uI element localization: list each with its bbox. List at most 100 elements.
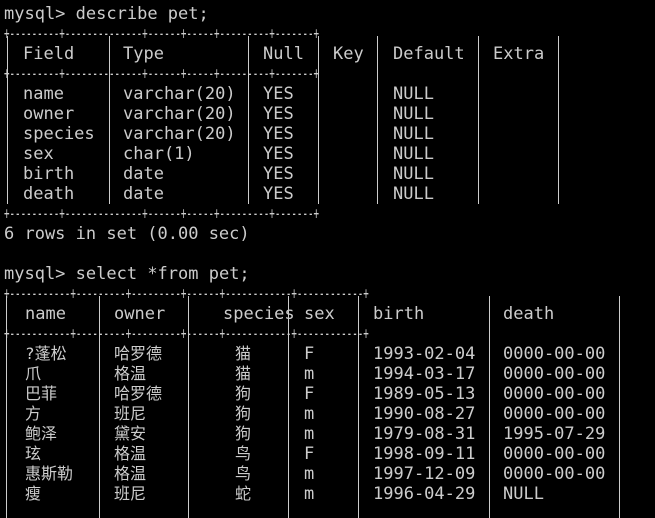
table-cell: 1979-08-31 <box>373 424 476 444</box>
table-cell: 格温 <box>114 444 147 463</box>
table-cell: 惠斯勒 <box>25 464 74 483</box>
table-cell: NULL <box>393 104 434 124</box>
column-header: Field <box>23 44 75 64</box>
table-cell: 0000-00-00 <box>503 464 606 484</box>
table-cell: m <box>304 424 315 444</box>
table-cell: 1989-05-13 <box>373 384 476 404</box>
table-border: +-----------+---------+---------+------+… <box>4 284 369 304</box>
column-header: Null <box>263 44 304 64</box>
table-cell: F <box>304 344 315 364</box>
table-cell: 1994-03-17 <box>373 364 476 384</box>
table-cell: YES <box>263 144 294 164</box>
table-cell: NULL <box>393 184 434 204</box>
column-separator <box>478 36 479 204</box>
column-separator <box>188 296 189 518</box>
table-border: +---------+--------------+------+-----+-… <box>4 204 320 224</box>
table-cell: 方 <box>25 404 42 423</box>
table-cell: 爪 <box>25 364 42 383</box>
column-separator <box>109 36 110 204</box>
column-header: sex <box>304 304 335 324</box>
table-cell: NULL <box>393 144 434 164</box>
table-border: +---------+--------------+------+-----+-… <box>4 64 320 84</box>
column-separator <box>6 296 7 518</box>
column-separator <box>558 36 559 204</box>
table-cell: 哈罗德 <box>114 384 163 403</box>
table-cell: 班尼 <box>114 484 147 503</box>
column-separator <box>619 296 620 518</box>
table-cell: YES <box>263 184 294 204</box>
column-header: Type <box>123 44 164 64</box>
table-cell: date <box>123 164 164 184</box>
table-cell: 1996-04-29 <box>373 484 476 504</box>
table-cell: m <box>304 404 315 424</box>
table-cell: NULL <box>393 164 434 184</box>
table-cell: 0000-00-00 <box>503 344 606 364</box>
table-cell: NULL <box>393 84 434 104</box>
table-cell: owner <box>23 104 75 124</box>
command-text: select *from pet; <box>75 264 250 284</box>
command-line-describe: mysql> describe pet; <box>4 4 209 24</box>
table-cell: sex <box>23 144 54 164</box>
table-cell: ?蓬松 <box>25 344 67 363</box>
table-cell: date <box>123 184 164 204</box>
table-cell: 狗 <box>234 384 251 403</box>
table-cell: 0000-00-00 <box>503 384 606 404</box>
column-separator <box>377 36 378 204</box>
column-header: Key <box>333 44 364 64</box>
table-cell: 1990-08-27 <box>373 404 476 424</box>
column-separator <box>288 296 289 518</box>
result-summary: 6 rows in set (0.00 sec) <box>4 224 250 244</box>
table-cell: F <box>304 444 315 464</box>
table-cell: m <box>304 464 315 484</box>
table-cell: YES <box>263 84 294 104</box>
column-separator <box>7 36 8 204</box>
column-header: owner <box>114 304 166 324</box>
column-header: Default <box>393 44 465 64</box>
column-separator <box>318 36 319 204</box>
table-cell: YES <box>263 124 294 144</box>
table-cell: 0000-00-00 <box>503 444 606 464</box>
table-cell: birth <box>23 164 75 184</box>
table-cell: m <box>304 364 315 384</box>
table-cell: 猫 <box>234 344 251 363</box>
prompt: mysql> <box>4 264 66 284</box>
table-cell: 狗 <box>234 424 251 443</box>
table-cell: 黛安 <box>114 424 147 443</box>
table-cell: 格温 <box>114 364 147 383</box>
table-cell: 玹 <box>25 444 42 463</box>
table-cell: 瘦 <box>25 484 42 503</box>
column-header: name <box>25 304 66 324</box>
command-line-select: mysql> select *from pet; <box>4 264 250 284</box>
table-cell: NULL <box>393 124 434 144</box>
table-cell: varchar(20) <box>123 84 236 104</box>
command-text: describe pet; <box>75 4 209 24</box>
prompt: mysql> <box>4 4 66 24</box>
table-cell: varchar(20) <box>123 104 236 124</box>
table-cell: species <box>23 124 95 144</box>
column-header: birth <box>373 304 425 324</box>
table-cell: 猫 <box>234 364 251 383</box>
table-cell: 1995-07-29 <box>503 424 606 444</box>
table-cell: 0000-00-00 <box>503 364 606 384</box>
table-cell: m <box>304 484 315 504</box>
column-header: Extra <box>493 44 545 64</box>
column-header: species <box>223 304 295 324</box>
table-cell: 鸟 <box>234 464 251 483</box>
table-cell: YES <box>263 104 294 124</box>
table-cell: 1998-09-11 <box>373 444 476 464</box>
table-cell: 蛇 <box>234 484 251 503</box>
table-cell: 1997-12-09 <box>373 464 476 484</box>
table-cell: 班尼 <box>114 404 147 423</box>
table-cell: NULL <box>503 484 544 504</box>
column-separator <box>358 296 359 518</box>
table-cell: 0000-00-00 <box>503 404 606 424</box>
table-cell: 狗 <box>234 404 251 423</box>
table-cell: varchar(20) <box>123 124 236 144</box>
terminal-window[interactable]: mysql> describe pet; +---------+--------… <box>0 0 655 518</box>
table-border: +-----------+---------+---------+------+… <box>4 324 369 344</box>
table-cell: F <box>304 384 315 404</box>
table-cell: 哈罗德 <box>114 344 163 363</box>
column-separator <box>248 36 249 204</box>
table-cell: death <box>23 184 75 204</box>
table-cell: 鸟 <box>234 444 251 463</box>
